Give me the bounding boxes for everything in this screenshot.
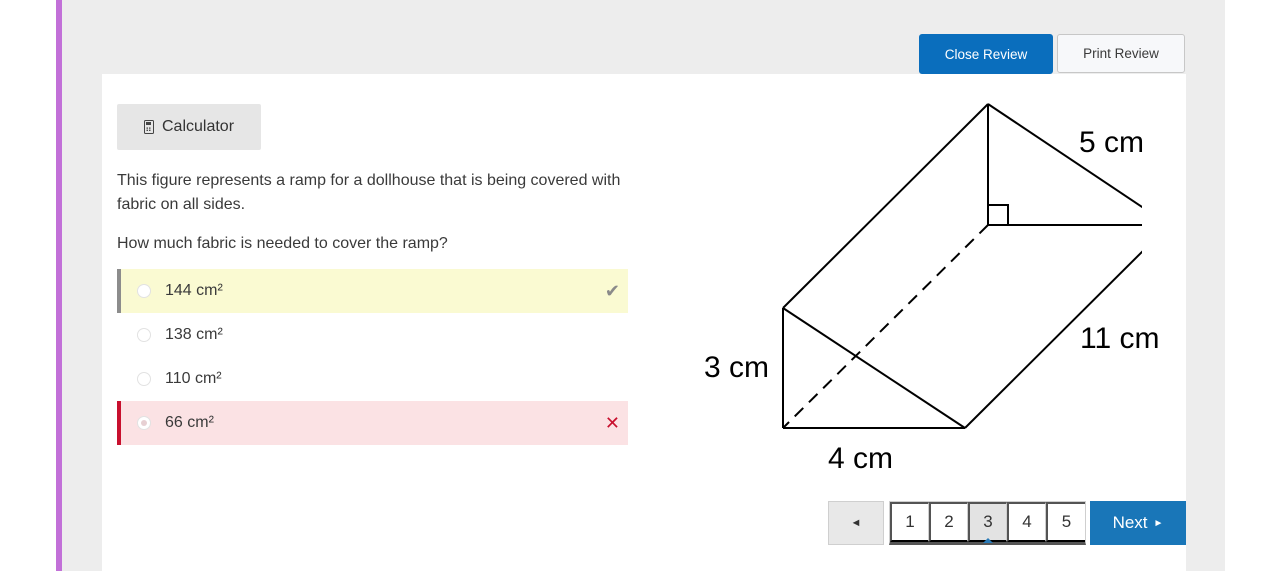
pagination: ◄ 1 2 3 4 5 Next ►: [828, 501, 1186, 545]
label-base: 4 cm: [828, 442, 893, 475]
page-5-button[interactable]: 5: [1046, 502, 1085, 542]
page-1-button[interactable]: 1: [890, 502, 929, 542]
radio-button[interactable]: [137, 284, 151, 298]
check-icon: ✔: [604, 281, 620, 301]
answer-options: 144 cm² ✔ 138 cm² 110 cm² 66 cm² ✕: [117, 269, 628, 445]
answer-option[interactable]: 138 cm²: [117, 313, 628, 357]
calculator-icon: [143, 120, 154, 134]
answer-label: 66 cm²: [165, 414, 214, 431]
answer-option[interactable]: 110 cm²: [117, 357, 628, 401]
previous-page-button[interactable]: ◄: [828, 501, 884, 545]
radio-button[interactable]: [137, 328, 151, 342]
answer-option-selected-wrong[interactable]: 66 cm² ✕: [117, 401, 628, 445]
page-4-button[interactable]: 4: [1007, 502, 1046, 542]
play-arrow-icon: ►: [1153, 517, 1164, 529]
review-shell: Close Review Print Review Calculator Thi…: [62, 0, 1225, 571]
cross-icon: ✕: [604, 413, 620, 433]
ramp-figure-labels: 5 cm 11 cm 3 cm 4 cm: [704, 126, 1159, 475]
page-3-button-current[interactable]: 3: [968, 502, 1007, 542]
radio-button-selected[interactable]: [137, 416, 151, 430]
question-card: Calculator This figure represents a ramp…: [102, 74, 1186, 571]
close-review-button[interactable]: Close Review: [919, 34, 1053, 74]
radio-button[interactable]: [137, 372, 151, 386]
answer-label: 110 cm²: [165, 370, 222, 387]
page-numbers: 1 2 3 4 5: [889, 501, 1086, 545]
answer-label: 144 cm²: [165, 282, 223, 299]
label-hypotenuse: 5 cm: [1079, 126, 1144, 159]
calculator-button[interactable]: Calculator: [117, 104, 261, 150]
print-review-button[interactable]: Print Review: [1057, 34, 1185, 73]
answer-label: 138 cm²: [165, 326, 223, 343]
answer-option-correct[interactable]: 144 cm² ✔: [117, 269, 628, 313]
question-prompt: How much fabric is needed to cover the r…: [117, 235, 448, 252]
label-height: 3 cm: [704, 351, 769, 384]
question-text: This figure represents a ramp for a doll…: [117, 172, 621, 213]
label-length: 11 cm: [1080, 322, 1159, 355]
page-2-button[interactable]: 2: [929, 502, 968, 542]
next-button[interactable]: Next ►: [1090, 501, 1186, 545]
next-label: Next: [1112, 513, 1148, 532]
calculator-label: Calculator: [161, 118, 235, 135]
review-actions: Close Review Print Review: [919, 34, 1185, 74]
